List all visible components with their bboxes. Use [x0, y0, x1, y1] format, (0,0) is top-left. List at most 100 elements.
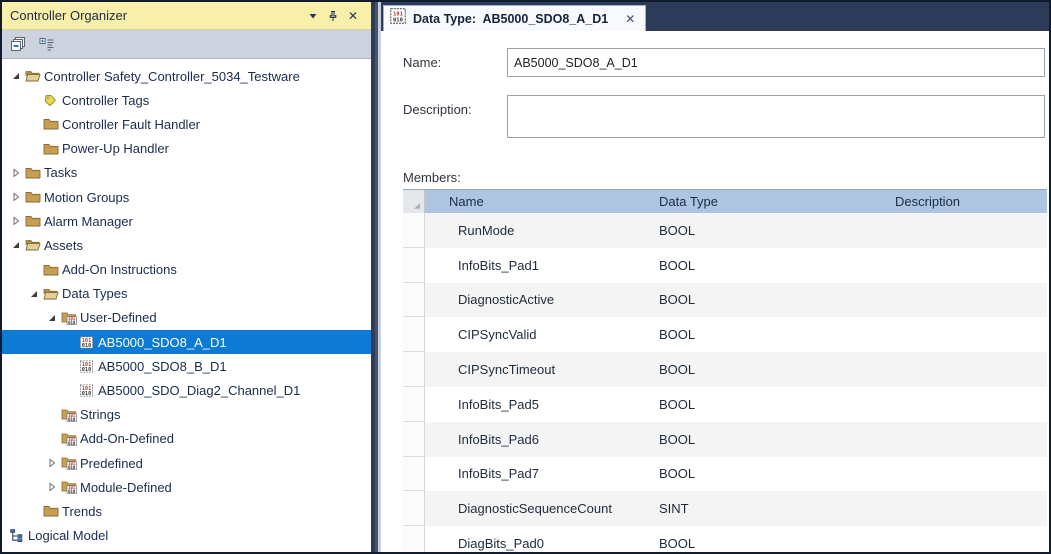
member-cell-name[interactable]: InfoBits_Pad6	[425, 422, 651, 457]
member-row-diagnosticactive[interactable]: DiagnosticActiveBOOL	[403, 283, 1047, 318]
tree-item-assets[interactable]: Assets	[2, 233, 371, 257]
member-cell-name[interactable]: InfoBits_Pad5	[425, 387, 651, 422]
tree-item-add-on-defined[interactable]: 101010Add-On-Defined	[2, 427, 371, 451]
close-icon[interactable]: ✕	[343, 7, 363, 25]
member-cell-description[interactable]	[889, 213, 1047, 248]
panel-splitter[interactable]	[371, 2, 381, 552]
member-cell-data-type[interactable]: BOOL	[651, 352, 889, 387]
member-cell-name[interactable]: DiagnosticActive	[425, 283, 651, 318]
column-header-description[interactable]: Description	[889, 190, 1047, 213]
tree-item-label: AB5000_SDO8_B_D1	[98, 359, 227, 374]
tree-item-data-types[interactable]: Data Types	[2, 282, 371, 306]
member-cell-data-type[interactable]: BOOL	[651, 283, 889, 318]
row-selector-cell[interactable]	[403, 213, 425, 248]
tree-item-ab5000-sdo8-a-d1[interactable]: 101010AB5000_SDO8_A_D1	[2, 330, 371, 354]
member-cell-name[interactable]: InfoBits_Pad7	[425, 457, 651, 492]
member-row-diagbits_pad0[interactable]: DiagBits_Pad0BOOL	[403, 526, 1047, 552]
row-selector-cell[interactable]	[403, 491, 425, 526]
data-type-editor: Name: Description: Members: Name Data Ty…	[381, 31, 1049, 552]
row-selector-header[interactable]	[403, 190, 425, 213]
window-position-chevron-icon[interactable]	[303, 7, 323, 25]
member-cell-data-type[interactable]: BOOL	[651, 526, 889, 552]
folder-icon	[42, 503, 59, 519]
member-cell-description[interactable]	[889, 491, 1047, 526]
row-selector-cell[interactable]	[403, 387, 425, 422]
tree-expander-expanded-icon[interactable]	[8, 70, 24, 82]
member-cell-data-type[interactable]: BOOL	[651, 317, 889, 352]
member-row-cipsynctimeout[interactable]: CIPSyncTimeoutBOOL	[403, 352, 1047, 387]
member-row-infobits_pad5[interactable]: InfoBits_Pad5BOOL	[403, 387, 1047, 422]
tree-item-ab5000-sdo8-b-d1[interactable]: 101010AB5000_SDO8_B_D1	[2, 354, 371, 378]
pin-icon[interactable]	[323, 7, 343, 25]
tree-item-strings[interactable]: 101010Strings	[2, 403, 371, 427]
member-row-infobits_pad1[interactable]: InfoBits_Pad1BOOL	[403, 248, 1047, 283]
member-row-infobits_pad6[interactable]: InfoBits_Pad6BOOL	[403, 422, 1047, 457]
member-cell-description[interactable]	[889, 422, 1047, 457]
tree-item-add-on-instructions[interactable]: Add-On Instructions	[2, 258, 371, 282]
tree-item-label: Add-On Instructions	[62, 262, 177, 277]
tree-item-module-defined[interactable]: 101010Module-Defined	[2, 475, 371, 499]
tree-expander-collapsed-icon[interactable]	[8, 191, 24, 203]
tree-expander-collapsed-icon[interactable]	[8, 215, 24, 227]
tree-item-alarm-manager[interactable]: Alarm Manager	[2, 209, 371, 233]
tab-close-icon[interactable]: ✕	[625, 12, 635, 26]
member-cell-description[interactable]	[889, 457, 1047, 492]
member-cell-data-type[interactable]: BOOL	[651, 213, 889, 248]
member-cell-name[interactable]: DiagBits_Pad0	[425, 526, 651, 552]
member-cell-name[interactable]: CIPSyncTimeout	[425, 352, 651, 387]
tree-item-controller-safety-controller-5034-testware[interactable]: Controller Safety_Controller_5034_Testwa…	[2, 64, 371, 88]
tree-item-logical-model[interactable]: Logical Model	[2, 524, 371, 548]
description-input[interactable]	[507, 95, 1045, 138]
tree-item-predefined[interactable]: 101010Predefined	[2, 451, 371, 475]
tree-expander-expanded-icon[interactable]	[8, 239, 24, 251]
member-cell-data-type[interactable]: BOOL	[651, 422, 889, 457]
tree-item-trends[interactable]: Trends	[2, 499, 371, 523]
name-input[interactable]	[507, 48, 1045, 77]
column-header-data-type[interactable]: Data Type	[651, 190, 889, 213]
member-cell-name[interactable]: DiagnosticSequenceCount	[425, 491, 651, 526]
svg-text:010: 010	[68, 465, 76, 470]
tree-item-user-defined[interactable]: 101010User-Defined	[2, 306, 371, 330]
member-cell-name[interactable]: CIPSyncValid	[425, 317, 651, 352]
member-row-infobits_pad7[interactable]: InfoBits_Pad7BOOL	[403, 457, 1047, 492]
member-cell-description[interactable]	[889, 248, 1047, 283]
row-selector-cell[interactable]	[403, 248, 425, 283]
tree-expander-collapsed-icon[interactable]	[8, 167, 24, 179]
member-cell-data-type[interactable]: BOOL	[651, 457, 889, 492]
member-cell-description[interactable]	[889, 317, 1047, 352]
member-cell-data-type[interactable]: SINT	[651, 491, 889, 526]
member-cell-description[interactable]	[889, 387, 1047, 422]
tree-expander-expanded-icon[interactable]	[26, 288, 42, 300]
tree-item-ab5000-sdo-diag2-channel-d1[interactable]: 101010AB5000_SDO_Diag2_Channel_D1	[2, 378, 371, 402]
row-selector-cell[interactable]	[403, 457, 425, 492]
member-cell-data-type[interactable]: BOOL	[651, 248, 889, 283]
folder-icon	[42, 262, 59, 278]
tree-item-tasks[interactable]: Tasks	[2, 161, 371, 185]
tree-expander-collapsed-icon[interactable]	[44, 481, 60, 493]
row-selector-cell[interactable]	[403, 352, 425, 387]
folder-icon	[24, 189, 41, 205]
member-cell-name[interactable]: RunMode	[425, 213, 651, 248]
tree-expander-expanded-icon[interactable]	[44, 312, 60, 324]
row-selector-cell[interactable]	[403, 317, 425, 352]
member-cell-description[interactable]	[889, 352, 1047, 387]
tab-data-type[interactable]: 101010 Data Type: AB5000_SDO8_A_D1 ✕	[383, 5, 646, 31]
member-cell-description[interactable]	[889, 283, 1047, 318]
row-selector-cell[interactable]	[403, 526, 425, 552]
tree-item-controller-tags[interactable]: Controller Tags	[2, 88, 371, 112]
tree-item-power-up-handler[interactable]: Power-Up Handler	[2, 137, 371, 161]
row-selector-cell[interactable]	[403, 422, 425, 457]
column-header-name[interactable]: Name	[425, 190, 651, 213]
member-row-runmode[interactable]: RunModeBOOL	[403, 213, 1047, 248]
member-cell-data-type[interactable]: BOOL	[651, 387, 889, 422]
tree-expander-collapsed-icon[interactable]	[44, 457, 60, 469]
tree-item-controller-fault-handler[interactable]: Controller Fault Handler	[2, 112, 371, 136]
member-row-diagnosticsequencecount[interactable]: DiagnosticSequenceCountSINT	[403, 491, 1047, 526]
collapse-all-button[interactable]	[8, 33, 30, 55]
member-cell-name[interactable]: InfoBits_Pad1	[425, 248, 651, 283]
member-row-cipsyncvalid[interactable]: CIPSyncValidBOOL	[403, 317, 1047, 352]
organizer-view-button[interactable]	[36, 33, 58, 55]
row-selector-cell[interactable]	[403, 283, 425, 318]
member-cell-description[interactable]	[889, 526, 1047, 552]
tree-item-motion-groups[interactable]: Motion Groups	[2, 185, 371, 209]
